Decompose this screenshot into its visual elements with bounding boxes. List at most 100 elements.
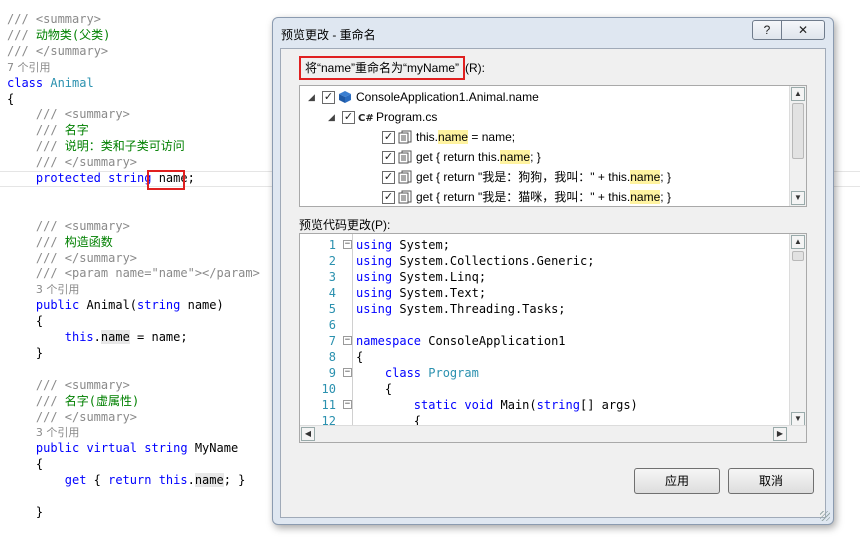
include-checkbox[interactable]: ✓	[382, 191, 395, 204]
tree-item[interactable]: ✓ get { return "我是：狗狗，我叫：" + this.name; }	[300, 167, 788, 187]
tree-item-text: ; }	[530, 150, 541, 164]
code-token: System.Threading.Tasks;	[392, 302, 566, 316]
code-line: /// <param name="name"></param>	[36, 265, 260, 281]
code-token: {	[35, 457, 44, 472]
tree-item-label: get { return "我是：狗狗，我叫：" + this.name; }	[416, 167, 671, 187]
collapse-icon[interactable]: −	[343, 336, 352, 345]
tree-item[interactable]: ✓ this.name = name;	[300, 127, 788, 147]
code-line: /// </summary>	[36, 250, 137, 266]
code-token: /// </summary>	[35, 155, 138, 170]
collapse-icon[interactable]: −	[343, 368, 352, 377]
tree-scrollbar[interactable]: ▲ ▼	[789, 86, 806, 206]
code-token: class	[7, 75, 51, 90]
code-token: 说明：类和子类可访问	[64, 139, 185, 154]
line-number: 6	[328, 318, 336, 332]
code-token: protected	[35, 171, 109, 185]
tree-item-label: ConsoleApplication1.Animal.name	[356, 87, 539, 107]
code-token: 3 个引用	[35, 426, 80, 440]
help-button[interactable]: ?	[752, 20, 782, 40]
code-line: {	[7, 91, 14, 107]
annotation-box-name-field	[147, 170, 185, 190]
code-line: /// </summary>	[36, 409, 137, 425]
expand-arrow-icon[interactable]: ◢	[308, 87, 315, 107]
code-token: using	[356, 270, 393, 284]
tree-item[interactable]: ✓ get { return "我是：猫咪，我叫：" + this.name; }	[300, 187, 788, 206]
code-line: /// <summary>	[36, 106, 130, 122]
tree-item-text: ; }	[660, 190, 671, 204]
code-token: /// </summary>	[35, 409, 138, 424]
tree-item[interactable]: ◢ ✓ ConsoleApplication1.Animal.name	[300, 87, 788, 107]
scroll-down-icon[interactable]: ▼	[791, 191, 805, 205]
code-token: /// <param name="name"></param>	[35, 266, 260, 281]
preview-vscrollbar[interactable]: ▲ ▼	[789, 234, 806, 427]
code-preview[interactable]: 1− using System; 2 using System.Collections…	[299, 233, 807, 443]
preview-code-line: 7− namespace ConsoleApplication1	[300, 333, 790, 349]
tree-item-text: Program.cs	[376, 110, 438, 124]
csharp-file-icon: C#	[358, 110, 374, 124]
collapse-icon[interactable]: −	[343, 240, 352, 249]
code-line-icon	[398, 150, 412, 164]
scroll-left-icon[interactable]: ◀	[301, 427, 315, 441]
dialog-body: 将“name”重命名为“myName” (R): ◢ ✓ ConsoleApplica…	[280, 48, 826, 518]
code-token: [] args)	[579, 398, 638, 412]
cancel-button[interactable]: 取消	[728, 468, 814, 494]
code-token: Animal(	[86, 298, 138, 313]
rename-label: 将“name”重命名为“myName” (R):	[299, 56, 486, 80]
code-token: using	[356, 302, 393, 316]
scroll-right-icon[interactable]: ▶	[773, 427, 787, 441]
tree-item[interactable]: ✓ get { return this.name; }	[300, 147, 788, 167]
preview-code-text: using System.Linq;	[356, 269, 486, 285]
include-checkbox[interactable]: ✓	[382, 171, 395, 184]
code-line: 3 个引用	[36, 424, 80, 440]
preview-code-text: {	[356, 349, 363, 365]
tree-item-text: get { return this.	[416, 150, 501, 164]
scroll-thumb[interactable]	[792, 103, 804, 159]
include-checkbox[interactable]: ✓	[382, 131, 395, 144]
code-token: using	[356, 254, 393, 268]
field-icon	[338, 90, 352, 104]
code-line: {	[36, 456, 43, 472]
code-line: this.name = name;	[65, 329, 188, 345]
changes-tree[interactable]: ◢ ✓ ConsoleApplication1.Animal.name ◢ ✓ C# Pro…	[299, 85, 807, 207]
rename-label-shortcut: (R):	[465, 61, 486, 75]
preview-code-line: 8{	[300, 349, 790, 365]
include-checkbox[interactable]: ✓	[382, 151, 395, 164]
include-checkbox[interactable]: ✓	[322, 91, 335, 104]
code-token: this	[64, 330, 94, 344]
preview-code-text: using System;	[356, 237, 450, 253]
code-line: /// 名字(虚属性)	[36, 393, 139, 409]
collapse-icon[interactable]: −	[343, 400, 352, 409]
code-line: {	[36, 313, 43, 329]
scroll-up-icon[interactable]: ▲	[791, 235, 805, 249]
expand-arrow-icon[interactable]: ◢	[328, 107, 335, 127]
code-line: /// 说明：类和子类可访问	[36, 138, 185, 154]
scroll-down-icon[interactable]: ▼	[791, 412, 805, 426]
code-token: System.Linq;	[392, 270, 487, 284]
scroll-up-icon[interactable]: ▲	[791, 87, 805, 101]
preview-code-text: using System.Text;	[356, 285, 486, 301]
code-token: Animal	[50, 75, 94, 90]
preview-hscrollbar[interactable]: ◀ ▶	[300, 425, 806, 442]
code-token: 3 个引用	[35, 283, 80, 297]
rename-occurrence: name	[630, 190, 661, 204]
tree-item-label: Program.cs	[376, 107, 437, 127]
code-line: /// 动物类(父类)	[7, 27, 110, 43]
code-token: string	[137, 298, 188, 313]
code-line: class Animal	[7, 75, 94, 91]
line-number: 7	[328, 334, 336, 348]
include-checkbox[interactable]: ✓	[342, 111, 355, 124]
preview-code-line: 9− class Program	[300, 365, 790, 381]
preview-code-line: 2 using System.Collections.Generic;	[300, 253, 790, 269]
preview-code-line: 4 using System.Text;	[300, 285, 790, 301]
code-token: name	[194, 473, 224, 488]
resize-grip-icon[interactable]	[820, 511, 830, 521]
close-button[interactable]: ✕	[781, 20, 825, 40]
code-token: {	[7, 91, 15, 106]
apply-button[interactable]: 应用	[634, 468, 720, 494]
code-token: 名字	[64, 123, 89, 138]
code-token: {	[356, 350, 364, 364]
scroll-thumb[interactable]	[792, 251, 804, 261]
tree-item[interactable]: ◢ ✓ C# Program.cs	[300, 107, 788, 127]
tree-item-label: get { return this.name; }	[416, 147, 541, 167]
code-token: }	[35, 504, 44, 519]
